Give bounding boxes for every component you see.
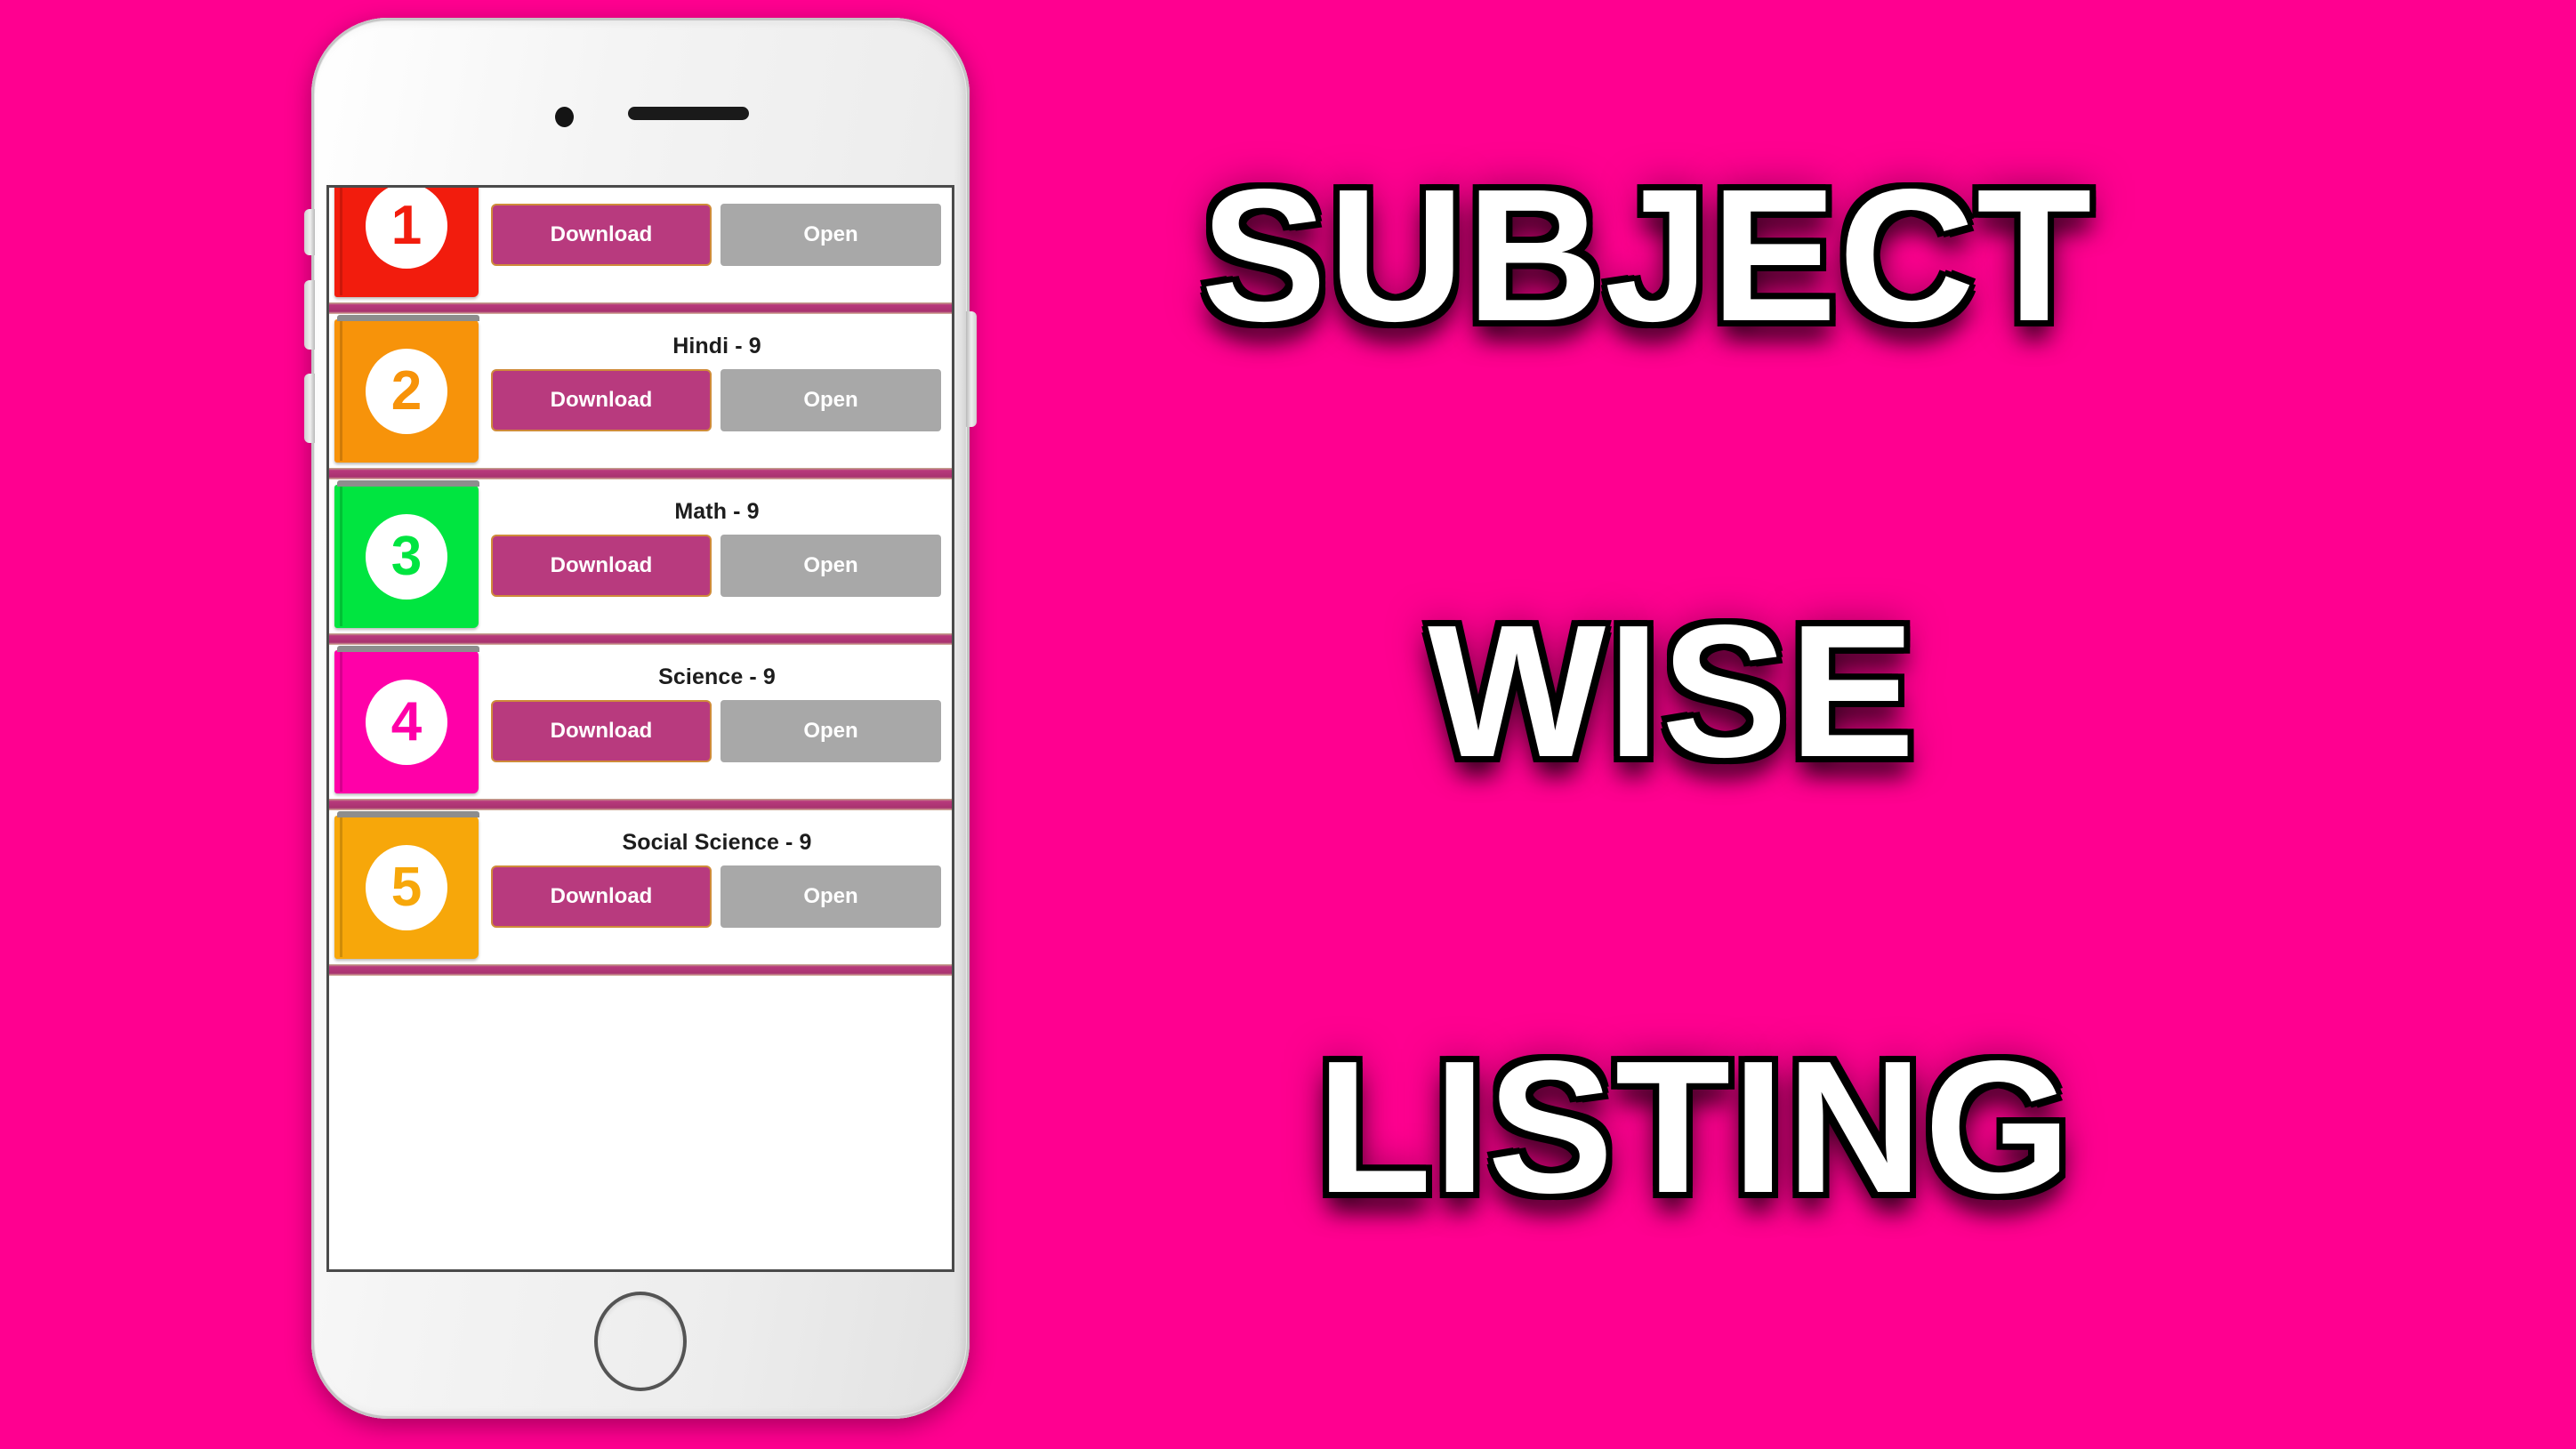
open-button[interactable]: Open (720, 204, 941, 266)
list-item[interactable]: Math - 9 3 Download Open (329, 479, 952, 633)
book-cover-icon: 1 (334, 188, 479, 297)
front-camera-icon (555, 107, 574, 127)
home-button[interactable] (594, 1292, 687, 1391)
list-item[interactable]: Science - 9 4 Download Open (329, 645, 952, 799)
headline-block: SUBJECT WISE LISTING (1156, 0, 2544, 1449)
list-item-actions: Download Open (491, 865, 941, 928)
volume-down-button[interactable] (304, 374, 315, 443)
list-item-actions: Download Open (491, 535, 941, 597)
book-cover-icon: 2 (334, 315, 479, 463)
list-item-number-badge: 5 (366, 844, 447, 930)
download-button[interactable]: Download (491, 204, 712, 266)
earpiece-speaker-icon (628, 107, 749, 120)
headline-word-listing: LISTING (1316, 1021, 2073, 1232)
list-item-title: Math - 9 (674, 499, 760, 524)
list-item-actions: Download Open (491, 369, 941, 431)
book-cover-icon: 4 (334, 646, 479, 793)
list-divider (329, 633, 952, 645)
open-button[interactable]: Open (720, 700, 941, 762)
app-viewport: 1 Download Open Hindi - 9 2 Download Open Math … (329, 188, 952, 1269)
list-item-actions: Download Open (491, 700, 941, 762)
volume-up-button[interactable] (304, 280, 315, 350)
download-button[interactable]: Download (491, 369, 712, 431)
list-divider (329, 302, 952, 314)
open-button[interactable]: Open (720, 535, 941, 597)
list-divider (329, 799, 952, 810)
headline-word-subject: SUBJECT (1201, 149, 2094, 360)
list-item-title: Science - 9 (658, 664, 776, 689)
open-button[interactable]: Open (720, 865, 941, 928)
list-item-number-badge: 3 (366, 513, 447, 600)
phone-screen: 1 Download Open Hindi - 9 2 Download Open Math … (326, 185, 954, 1272)
list-divider (329, 468, 952, 479)
open-button[interactable]: Open (720, 369, 941, 431)
list-item-title: Hindi - 9 (672, 334, 761, 358)
list-item[interactable]: Hindi - 9 2 Download Open (329, 314, 952, 468)
silent-switch[interactable] (304, 209, 315, 255)
book-cover-icon: 3 (334, 480, 479, 628)
list-item-number-badge: 1 (366, 188, 447, 269)
list-item-actions: Download Open (491, 204, 941, 266)
list-item[interactable]: 1 Download Open (329, 188, 952, 302)
list-item-number-badge: 2 (366, 348, 447, 434)
power-button[interactable] (966, 311, 977, 427)
phone-mockup: 1 Download Open Hindi - 9 2 Download Open Math … (302, 18, 978, 1434)
book-cover-icon: 5 (334, 811, 479, 959)
download-button[interactable]: Download (491, 535, 712, 597)
list-item-number-badge: 4 (366, 679, 447, 765)
subject-list[interactable]: 1 Download Open Hindi - 9 2 Download Open Math … (329, 188, 952, 976)
headline-word-wise: WISE (1428, 585, 1917, 796)
download-button[interactable]: Download (491, 700, 712, 762)
list-item[interactable]: Social Science - 9 5 Download Open (329, 810, 952, 964)
download-button[interactable]: Download (491, 865, 712, 928)
list-divider (329, 964, 952, 976)
list-item-title: Social Science - 9 (622, 830, 812, 855)
